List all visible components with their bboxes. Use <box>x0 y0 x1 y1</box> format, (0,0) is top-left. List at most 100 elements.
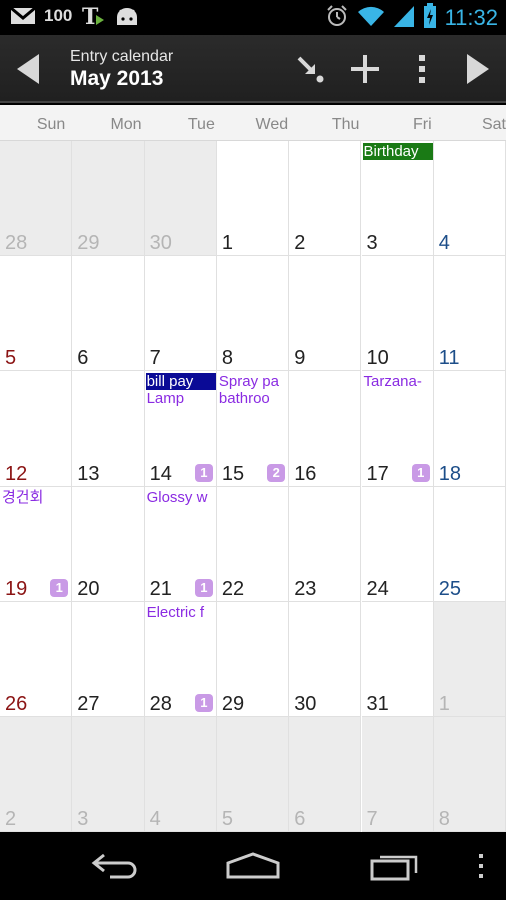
day-number: 29 <box>221 692 245 715</box>
day-cell[interactable]: 5 <box>216 717 290 833</box>
day-cell[interactable]: 8 <box>216 256 290 372</box>
day-number: 22 <box>221 577 245 600</box>
event-count-badge: 1 <box>50 578 69 597</box>
day-cell[interactable]: 26 <box>0 601 73 717</box>
day-number: 27 <box>77 692 100 715</box>
overflow-menu-icon <box>419 55 425 83</box>
day-cell[interactable]: 11 <box>433 256 506 372</box>
day-number: 5 <box>5 347 17 370</box>
day-number: 12 <box>5 462 28 485</box>
back-button[interactable] <box>75 832 155 900</box>
prev-month-icon <box>17 54 39 84</box>
status-bar-system: 11:32 <box>325 3 498 33</box>
weekday-label: Tue <box>187 116 215 133</box>
day-number: 2 <box>294 232 306 255</box>
day-cell[interactable]: 5 <box>0 256 73 372</box>
today-button[interactable] <box>282 35 338 103</box>
event-entry[interactable]: Birthday <box>362 143 433 160</box>
menu-button[interactable] <box>466 832 496 900</box>
day-cell[interactable]: 30 <box>289 601 362 717</box>
day-cell[interactable]: 22 <box>216 486 290 602</box>
day-number: 1 <box>438 692 450 715</box>
day-cell[interactable]: 1 <box>433 601 506 717</box>
event-entry[interactable]: Spray pa <box>218 373 288 390</box>
day-cell[interactable]: 경건회 19 1 <box>0 486 73 602</box>
day-cell[interactable]: 4 <box>144 717 217 833</box>
day-number: 4 <box>149 808 161 831</box>
day-number: 6 <box>77 347 89 370</box>
gmail-icon <box>10 5 36 27</box>
day-cell[interactable]: 25 <box>433 486 506 602</box>
day-number: 6 <box>294 808 306 831</box>
day-number: 7 <box>149 347 161 370</box>
status-time: 11:32 <box>444 5 498 30</box>
month-grid: 28 29 30 1 2 Birthday 3 4 5 6 7 8 9 10 11 12 13 bill pay L… <box>0 141 506 833</box>
event-entry[interactable]: bill pay <box>145 373 216 391</box>
menu-icon <box>479 854 483 878</box>
day-number: 30 <box>294 692 317 715</box>
add-event-button[interactable] <box>337 35 393 103</box>
event-entry[interactable]: Lamp <box>146 390 216 407</box>
next-month-button[interactable] <box>450 35 506 103</box>
day-cell[interactable]: 10 <box>361 256 434 372</box>
day-cell[interactable]: 7 <box>144 256 217 372</box>
day-number: 28 <box>149 692 172 715</box>
day-number: 13 <box>77 462 100 485</box>
home-button[interactable] <box>213 832 293 900</box>
day-number: 7 <box>366 808 378 831</box>
event-entry[interactable]: 경건회 <box>1 489 71 506</box>
day-number: 31 <box>366 692 389 715</box>
day-cell[interactable]: 2 <box>289 141 362 257</box>
event-entry[interactable]: Tarzana- <box>363 373 433 390</box>
day-cell[interactable]: 2 <box>0 717 73 833</box>
weekday-label: Fri <box>413 116 432 133</box>
day-cell[interactable]: 12 <box>0 371 73 487</box>
day-cell[interactable]: 1 <box>216 141 290 257</box>
event-count-badge: 1 <box>194 693 213 712</box>
day-cell[interactable]: Electric f 28 1 <box>144 601 217 717</box>
android-icon <box>114 5 140 27</box>
day-cell[interactable]: 20 <box>72 486 145 602</box>
event-entry[interactable]: Glossy w <box>146 489 216 506</box>
day-cell[interactable]: 8 <box>433 717 506 833</box>
day-cell[interactable]: Birthday 3 <box>361 141 434 257</box>
alarm-icon <box>325 4 349 32</box>
day-cell[interactable]: Spray pa bathroo 15 2 <box>216 371 290 487</box>
back-icon <box>91 853 137 879</box>
day-cell[interactable]: 6 <box>289 717 362 833</box>
day-cell[interactable]: 6 <box>72 256 145 372</box>
day-number: 1 <box>221 232 234 255</box>
day-number: 23 <box>294 577 317 600</box>
day-cell[interactable]: 4 <box>433 141 506 257</box>
day-cell[interactable]: 31 <box>361 601 434 717</box>
day-cell[interactable]: 29 <box>72 141 145 257</box>
next-month-icon <box>467 54 489 84</box>
day-cell[interactable]: Tarzana- 17 1 <box>361 371 434 487</box>
day-cell[interactable]: 23 <box>289 486 362 602</box>
event-entry[interactable]: Electric f <box>146 604 216 621</box>
day-number: 18 <box>438 462 462 485</box>
day-number: 20 <box>77 577 100 600</box>
day-cell[interactable]: 3 <box>72 717 145 833</box>
day-cell[interactable]: 27 <box>72 601 145 717</box>
calendar-subtitle: Entry calendar <box>70 48 174 65</box>
day-number: 3 <box>77 808 89 831</box>
overflow-menu-button[interactable] <box>394 35 450 103</box>
recent-apps-icon <box>370 855 418 881</box>
day-cell[interactable]: 24 <box>361 486 434 602</box>
day-cell[interactable]: 13 <box>72 371 145 487</box>
day-cell[interactable]: 28 <box>0 141 73 257</box>
prev-month-button[interactable] <box>0 35 56 103</box>
day-cell[interactable]: 9 <box>289 256 362 372</box>
day-number: 2 <box>5 808 17 831</box>
recent-apps-button[interactable] <box>355 832 435 900</box>
day-cell[interactable]: 18 <box>433 371 506 487</box>
day-cell[interactable]: 7 <box>361 717 434 833</box>
day-cell[interactable]: 29 <box>216 601 290 717</box>
action-bar: Entry calendar May 2013 <box>0 35 506 103</box>
day-cell[interactable]: bill pay Lamp 14 1 <box>144 371 217 487</box>
day-cell[interactable]: 30 <box>144 141 217 257</box>
day-cell[interactable]: Glossy w 21 1 <box>144 486 217 602</box>
day-cell[interactable]: 16 <box>289 371 362 487</box>
event-entry[interactable]: bathroo <box>218 390 288 407</box>
